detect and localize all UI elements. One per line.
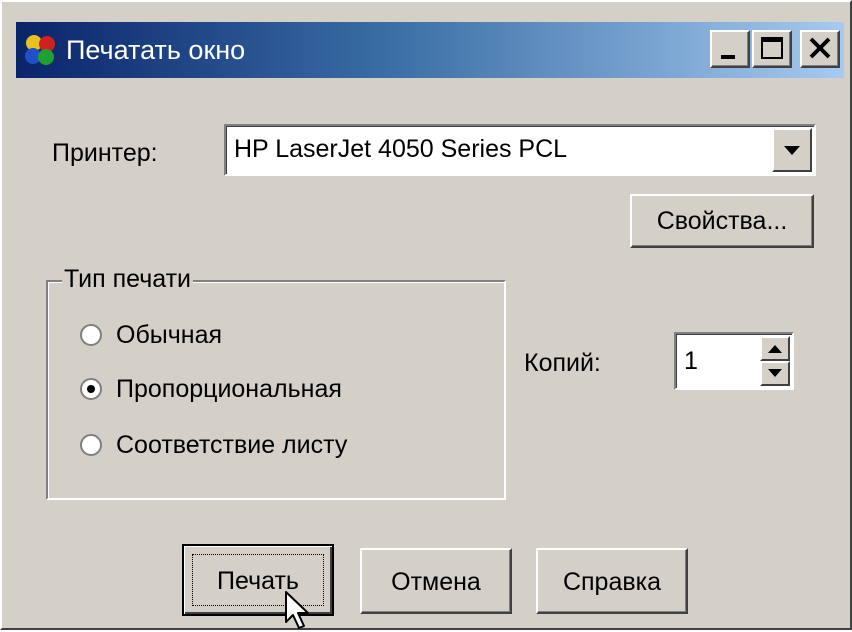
copies-label: Копий: [524, 349, 601, 377]
maximize-button[interactable] [752, 30, 792, 68]
radio-label-fit-page: Соответствие листу [116, 431, 348, 459]
properties-button[interactable]: Свойства... [630, 194, 814, 248]
radio-button-selected-icon[interactable] [80, 378, 102, 400]
copies-decrement-button[interactable] [760, 361, 790, 386]
mouse-pointer-icon [285, 591, 309, 629]
printer-select[interactable]: HP LaserJet 4050 Series PCL [224, 124, 816, 176]
help-button[interactable]: Справка [536, 548, 688, 614]
print-type-legend: Тип печати [62, 264, 194, 294]
radio-button-icon[interactable] [80, 434, 102, 456]
arrow-down-icon [768, 369, 782, 377]
arrow-up-icon [768, 345, 782, 353]
copies-spin-buttons [760, 336, 790, 386]
maximize-icon [761, 37, 783, 59]
radio-button-icon[interactable] [80, 324, 102, 346]
cancel-button[interactable]: Отмена [360, 548, 512, 614]
colored-balls-icon [25, 35, 55, 65]
radio-label-normal: Обычная [116, 321, 223, 349]
close-icon [809, 37, 831, 59]
radio-label-proportional: Пропорциональная [116, 375, 342, 403]
printer-select-value: HP LaserJet 4050 Series PCL [234, 135, 568, 163]
title-bar[interactable]: Печатать окно [16, 22, 844, 78]
minimize-icon [721, 55, 735, 59]
copies-stepper[interactable]: 1 [674, 332, 794, 390]
window-title: Печатать окно [66, 35, 246, 65]
close-button[interactable] [800, 30, 840, 68]
copies-increment-button[interactable] [760, 336, 790, 361]
copies-value[interactable]: 1 [684, 346, 698, 376]
printer-label: Принтер: [52, 139, 158, 167]
properties-button-label: Свойства... [656, 207, 788, 235]
cancel-button-label: Отмена [391, 568, 481, 596]
print-dialog: Печатать окно Принтер: HP LaserJet 4050 … [0, 0, 852, 630]
help-button-label: Справка [562, 568, 662, 596]
minimize-button[interactable] [710, 30, 750, 68]
chevron-down-icon [784, 146, 800, 155]
printer-dropdown-button[interactable] [772, 128, 812, 172]
